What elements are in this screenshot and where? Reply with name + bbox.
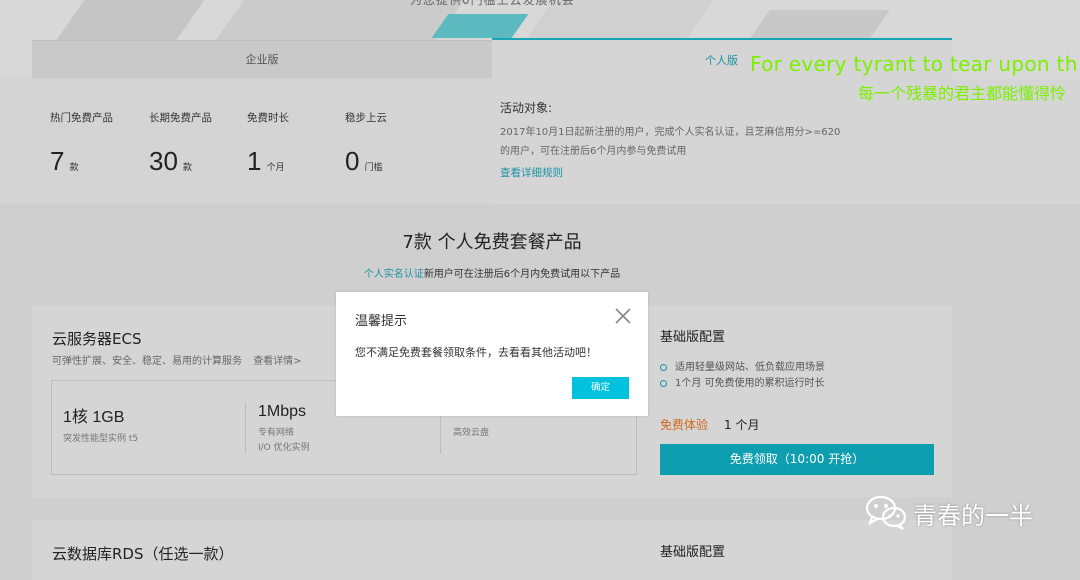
caption-chinese: 每一个残暴的君主都能懂得怜 [858,84,1067,103]
config-item-text: 适用轻量级网站、低负载应用场景 [675,362,825,373]
watermark-text: 青春的一半 [913,502,1033,530]
config-title: 基础版配置 [660,545,726,560]
section-subtitle-text: 新用户可在注册后6个月内免费试用以下产品 [423,269,621,280]
spec-value: 1核 1GB [63,409,125,426]
stat-label-free-duration: 免费时长 [247,112,289,124]
stat-unit: 款 [69,163,79,173]
product-title: 云数据库RDS（任选一款） [52,545,234,563]
stat-label-cloud: 稳步上云 [345,112,387,124]
spec-note: I/O 优化实例 [258,443,310,453]
activity-title: 活动对象: [500,101,553,115]
activity-desc: 2017年10月1日起新注册的用户，完成个人实名认证，且芝麻信用分>=620 的… [500,123,870,161]
product-desc-text: 可弹性扩展、安全、稳定、易用的计算服务 [52,356,242,367]
tab-personal-label[interactable]: 个人版 [705,52,738,68]
free-trial-period: 1 个月 [724,418,760,432]
confirm-button[interactable]: 确定 [572,377,629,399]
wechat-icon [864,494,908,534]
stat-value: 1 [247,146,262,176]
spec-cpu: 1核 1GB 突发性能型实例 t5 [63,403,138,444]
detail-link[interactable]: 查看详情> [253,356,301,367]
section-subtitle: 个人实名认证新用户可在注册后6个月内免费试用以下产品 [0,265,984,280]
config-item: 适用轻量级网站、低负载应用场景 [660,358,825,373]
claim-button[interactable]: 免费领取（10:00 开抢） [660,444,934,475]
config-title: 基础版配置 [660,330,726,345]
caption-english: For every tyrant to tear upon th [750,52,1078,76]
config-item: 1个月 可免费使用的累积运行时长 [660,374,825,389]
hero-text: 为您提供0门槛上云发展机会 [410,0,575,7]
section-title: 7款 个人免费套餐产品 [402,232,582,253]
bullet-icon [660,363,667,371]
spec-note: 突发性能型实例 t5 [63,434,139,444]
stat-value: 7 [50,146,65,176]
activity-desc-line2: 的用户，可在注册后6个月内参与免费试用 [500,146,687,157]
tab-enterprise[interactable]: 企业版 [32,40,492,79]
spec-value: 1Mbps [258,403,307,420]
stat-unit: 个月 [266,163,285,173]
product-desc: 可弹性扩展、安全、稳定、易用的计算服务 查看详情> [52,352,302,367]
stat-value: 0 [345,146,360,176]
stat-long-free: 30 款 [149,146,192,177]
stat-unit: 门槛 [364,163,383,173]
stat-hot-free: 7 款 [50,146,79,177]
spec-bandwidth: 1Mbps 专有网络 I/O 优化实例 [258,403,310,453]
stats-panel [0,78,492,204]
stat-cloud: 0 门槛 [345,146,383,177]
stat-label-long-free: 长期免费产品 [149,112,212,124]
spec-note: 高效云盘 [453,428,490,438]
stat-value: 30 [149,146,178,176]
stat-unit: 款 [183,163,193,173]
modal-message: 您不满足免费套餐领取条件，去看看其他活动吧！ [355,346,597,359]
spec-divider [245,402,246,454]
bullet-icon [660,379,667,387]
product-title: 云服务器ECS [52,330,142,348]
stat-label-hot-free: 热门免费产品 [50,112,113,124]
free-trial-label: 免费体验 [660,418,709,432]
close-icon[interactable] [614,307,632,325]
spec-note: 专有网络 [258,428,295,438]
real-name-auth-link[interactable]: 个人实名认证 [364,269,424,280]
config-item-text: 1个月 可免费使用的累积运行时长 [675,378,825,389]
activity-desc-line1: 2017年10月1日起新注册的用户，完成个人实名认证，且芝麻信用分>=620 [500,127,841,138]
stat-free-duration: 1 个月 [247,146,285,177]
modal-title: 温馨提示 [355,314,408,329]
rules-link[interactable]: 查看详细规则 [500,165,563,180]
